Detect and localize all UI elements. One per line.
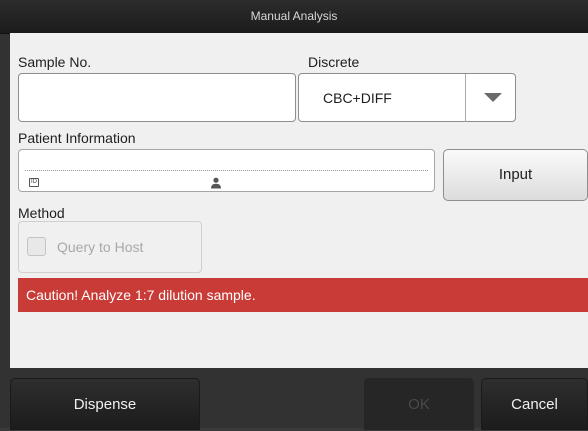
patient-info-field: ID	[18, 149, 435, 192]
form-panel: Sample No. Discrete CBC+DIFF Patient Inf…	[10, 33, 588, 368]
action-bar: Dispense OK Cancel	[0, 368, 588, 430]
patient-info-divider	[25, 170, 428, 171]
sample-no-input[interactable]	[18, 73, 296, 122]
discrete-label: Discrete	[308, 54, 360, 70]
id-card-icon: ID	[29, 178, 39, 187]
title-bar: Manual Analysis	[0, 0, 588, 34]
query-to-host-checkbox[interactable]: Query to Host	[18, 221, 202, 273]
caution-banner: Caution! Analyze 1:7 dilution sample.	[18, 278, 588, 312]
discrete-selected-value: CBC+DIFF	[323, 90, 392, 106]
person-icon	[211, 177, 221, 189]
manual-analysis-dialog: Manual Analysis Sample No. Discrete CBC+…	[0, 0, 588, 430]
checkbox-box[interactable]	[27, 237, 46, 256]
query-to-host-label: Query to Host	[57, 239, 144, 255]
cancel-button[interactable]: Cancel	[481, 378, 588, 430]
dispense-button[interactable]: Dispense	[10, 378, 200, 430]
patient-info-label: Patient Information	[18, 130, 136, 146]
select-divider	[465, 74, 466, 122]
dialog-title: Manual Analysis	[250, 9, 338, 23]
chevron-down-icon[interactable]	[484, 93, 502, 102]
method-label: Method	[18, 205, 65, 221]
ok-button[interactable]: OK	[364, 378, 474, 430]
sample-no-label: Sample No.	[18, 54, 92, 70]
input-button[interactable]: Input	[443, 149, 588, 201]
discrete-select[interactable]: CBC+DIFF	[298, 73, 516, 122]
